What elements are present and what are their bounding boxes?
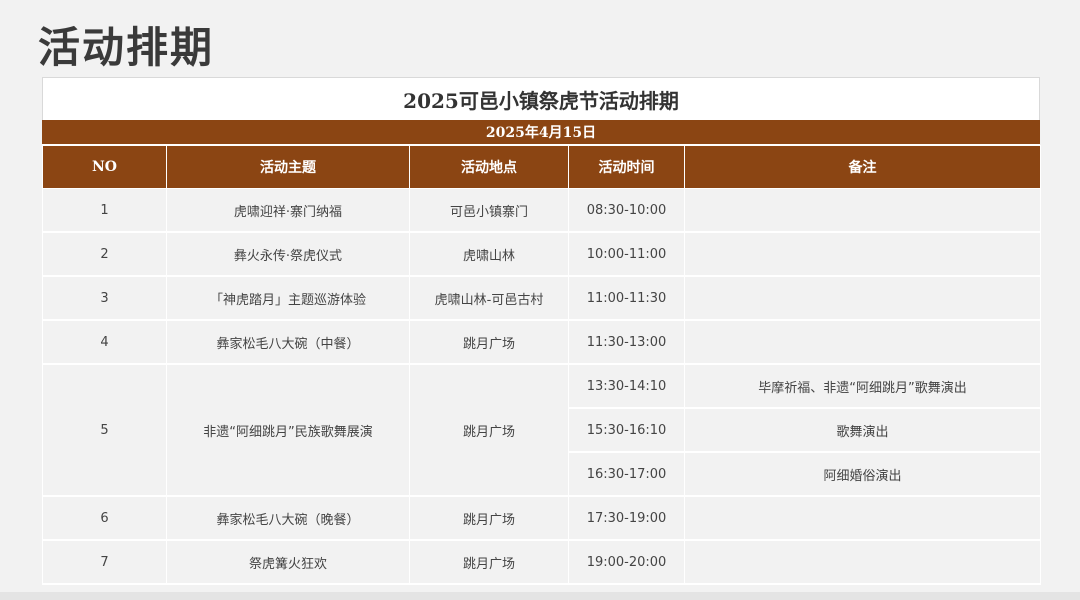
header-location: 活动地点 [409, 145, 569, 189]
cell-no: 5 [42, 363, 167, 497]
header-remark: 备注 [684, 145, 1041, 189]
cell-time: 17:30-19:00 [568, 495, 685, 541]
cell-theme: 非遗“阿细跳月”民族歌舞展演 [166, 363, 410, 497]
date-banner: 2025年4月15日 [42, 120, 1040, 145]
cell-location: 跳月广场 [409, 319, 569, 365]
header-theme: 活动主题 [166, 145, 410, 189]
cell-remark [684, 231, 1041, 277]
cell-location: 跳月广场 [409, 363, 569, 497]
cell-no: 6 [42, 495, 167, 541]
cell-remark [684, 275, 1041, 321]
schedule-sheet: 2025可邑小镇祭虎节活动排期 2025年4月15日 NO 活动主题 活动地点 … [42, 77, 1041, 585]
cell-no: 4 [42, 319, 167, 365]
cell-time: 13:30-14:10 [568, 363, 685, 409]
cell-time: 16:30-17:00 [568, 451, 685, 497]
cell-time: 19:00-20:00 [568, 539, 685, 585]
cell-time: 08:30-10:00 [568, 188, 685, 233]
schedule-table: NO 活动主题 活动地点 活动时间 备注 1 虎啸迎祥·寨门纳福 可邑小镇寨门 … [42, 145, 1041, 585]
page-title: 活动排期 [38, 23, 215, 72]
cell-location: 跳月广场 [409, 539, 569, 585]
page-bottom-edge [0, 592, 1080, 600]
table-row: 6 彝家松毛八大碗（晚餐） 跳月广场 17:30-19:00 [42, 495, 1041, 541]
table-row: 1 虎啸迎祥·寨门纳福 可邑小镇寨门 08:30-10:00 [42, 188, 1041, 233]
cell-remark: 阿细婚俗演出 [684, 451, 1041, 497]
cell-no: 2 [42, 231, 167, 277]
cell-theme: 彝家松毛八大碗（晚餐） [166, 495, 410, 541]
cell-time: 11:00-11:30 [568, 275, 685, 321]
cell-theme: 祭虎篝火狂欢 [166, 539, 410, 585]
cell-location: 跳月广场 [409, 495, 569, 541]
cell-time: 15:30-16:10 [568, 407, 685, 453]
cell-time: 10:00-11:00 [568, 231, 685, 277]
cell-time: 11:30-13:00 [568, 319, 685, 365]
cell-remark [684, 319, 1041, 365]
cell-no: 7 [42, 539, 167, 585]
cell-no: 1 [42, 188, 167, 233]
cell-theme: 彝家松毛八大碗（中餐） [166, 319, 410, 365]
table-title: 2025可邑小镇祭虎节活动排期 [42, 77, 1040, 120]
table-row: 2 彝火永传·祭虎仪式 虎啸山林 10:00-11:00 [42, 231, 1041, 277]
cell-no: 3 [42, 275, 167, 321]
cell-location: 虎啸山林 [409, 231, 569, 277]
cell-remark: 毕摩祈福、非遗“阿细跳月”歌舞演出 [684, 363, 1041, 409]
cell-remark [684, 539, 1041, 585]
table-row: 7 祭虎篝火狂欢 跳月广场 19:00-20:00 [42, 539, 1041, 585]
cell-remark [684, 188, 1041, 233]
header-time: 活动时间 [568, 145, 685, 189]
table-row: 3 「神虎踏月」主题巡游体验 虎啸山林-可邑古村 11:00-11:30 [42, 275, 1041, 321]
cell-remark [684, 495, 1041, 541]
header-row: NO 活动主题 活动地点 活动时间 备注 [42, 145, 1041, 189]
cell-location: 虎啸山林-可邑古村 [409, 275, 569, 321]
table-row: 5 非遗“阿细跳月”民族歌舞展演 跳月广场 13:30-14:10 毕摩祈福、非… [42, 363, 1041, 497]
cell-theme: 虎啸迎祥·寨门纳福 [166, 188, 410, 233]
header-no: NO [42, 145, 167, 189]
table-row: 4 彝家松毛八大碗（中餐） 跳月广场 11:30-13:00 [42, 319, 1041, 365]
cell-theme: 彝火永传·祭虎仪式 [166, 231, 410, 277]
cell-remark: 歌舞演出 [684, 407, 1041, 453]
cell-theme: 「神虎踏月」主题巡游体验 [166, 275, 410, 321]
cell-location: 可邑小镇寨门 [409, 188, 569, 233]
